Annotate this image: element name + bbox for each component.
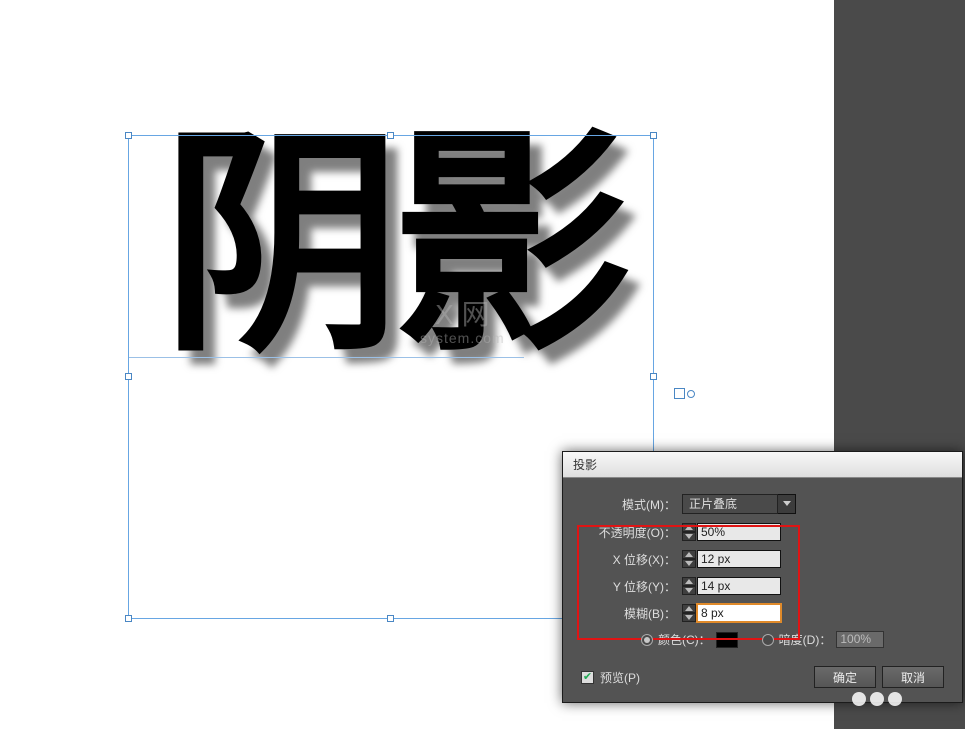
resize-handle-tr[interactable] <box>650 132 657 139</box>
opacity-label: 不透明度(O)： <box>581 524 676 541</box>
blur-label: 模糊(B)： <box>581 605 676 622</box>
cancel-button[interactable]: 取消 <box>882 666 944 688</box>
dropdown-icon[interactable] <box>778 494 796 514</box>
yoffset-label: Y 位移(Y)： <box>581 578 676 595</box>
resize-handle-mr[interactable] <box>650 373 657 380</box>
text-outport-circle-icon <box>687 390 695 398</box>
preview-label: 预览(P) <box>600 669 640 686</box>
blur-spinner[interactable] <box>682 604 696 622</box>
spinner-down-icon[interactable] <box>682 532 696 541</box>
resize-handle-bl[interactable] <box>125 615 132 622</box>
color-label: 颜色(C)： <box>658 631 711 648</box>
yoffset-spinner[interactable] <box>682 577 696 595</box>
color-swatch[interactable] <box>716 632 738 648</box>
resize-handle-tl[interactable] <box>125 132 132 139</box>
spinner-up-icon[interactable] <box>682 523 696 532</box>
darkness-input[interactable]: 100% <box>836 631 884 648</box>
resize-handle-tm[interactable] <box>387 132 394 139</box>
opacity-row: 不透明度(O)： 50% <box>581 523 944 541</box>
xoffset-input[interactable]: 12 px <box>697 550 781 568</box>
color-darkness-row: 颜色(C)： 暗度(D)： 100% <box>641 631 944 648</box>
blur-row: 模糊(B)： 8 px <box>581 604 944 622</box>
preview-checkbox[interactable]: ✔ <box>581 671 594 684</box>
opacity-input[interactable]: 50% <box>697 523 781 541</box>
darkness-label: 暗度(D)： <box>779 631 832 648</box>
spinner-up-icon[interactable] <box>682 577 696 586</box>
dialog-footer: ✔ 预览(P) 确定 取消 <box>581 666 944 688</box>
opacity-spinner[interactable] <box>682 523 696 541</box>
xoffset-row: X 位移(X)： 12 px <box>581 550 944 568</box>
spinner-up-icon[interactable] <box>682 550 696 559</box>
resize-handle-ml[interactable] <box>125 373 132 380</box>
darkness-radio[interactable] <box>762 634 774 646</box>
text-outport[interactable] <box>674 388 685 399</box>
yoffset-input[interactable]: 14 px <box>697 577 781 595</box>
xoffset-spinner[interactable] <box>682 550 696 568</box>
xoffset-label: X 位移(X)： <box>581 551 676 568</box>
mode-row: 模式(M)： 正片叠底 <box>581 494 944 514</box>
drop-shadow-dialog: 投影 模式(M)： 正片叠底 不透明度(O)： 50% X 位移(X)： <box>562 451 963 703</box>
ok-button[interactable]: 确定 <box>814 666 876 688</box>
mode-select[interactable]: 正片叠底 <box>682 494 796 514</box>
spinner-up-icon[interactable] <box>682 604 696 613</box>
mode-label: 模式(M)： <box>581 496 676 513</box>
paw-icon <box>852 692 902 706</box>
spinner-down-icon[interactable] <box>682 586 696 595</box>
color-radio[interactable] <box>641 634 653 646</box>
blur-input[interactable]: 8 px <box>697 604 781 622</box>
spinner-down-icon[interactable] <box>682 559 696 568</box>
mode-value: 正片叠底 <box>682 494 778 514</box>
spinner-down-icon[interactable] <box>682 613 696 622</box>
yoffset-row: Y 位移(Y)： 14 px <box>581 577 944 595</box>
dialog-title[interactable]: 投影 <box>563 452 962 478</box>
resize-handle-bm[interactable] <box>387 615 394 622</box>
